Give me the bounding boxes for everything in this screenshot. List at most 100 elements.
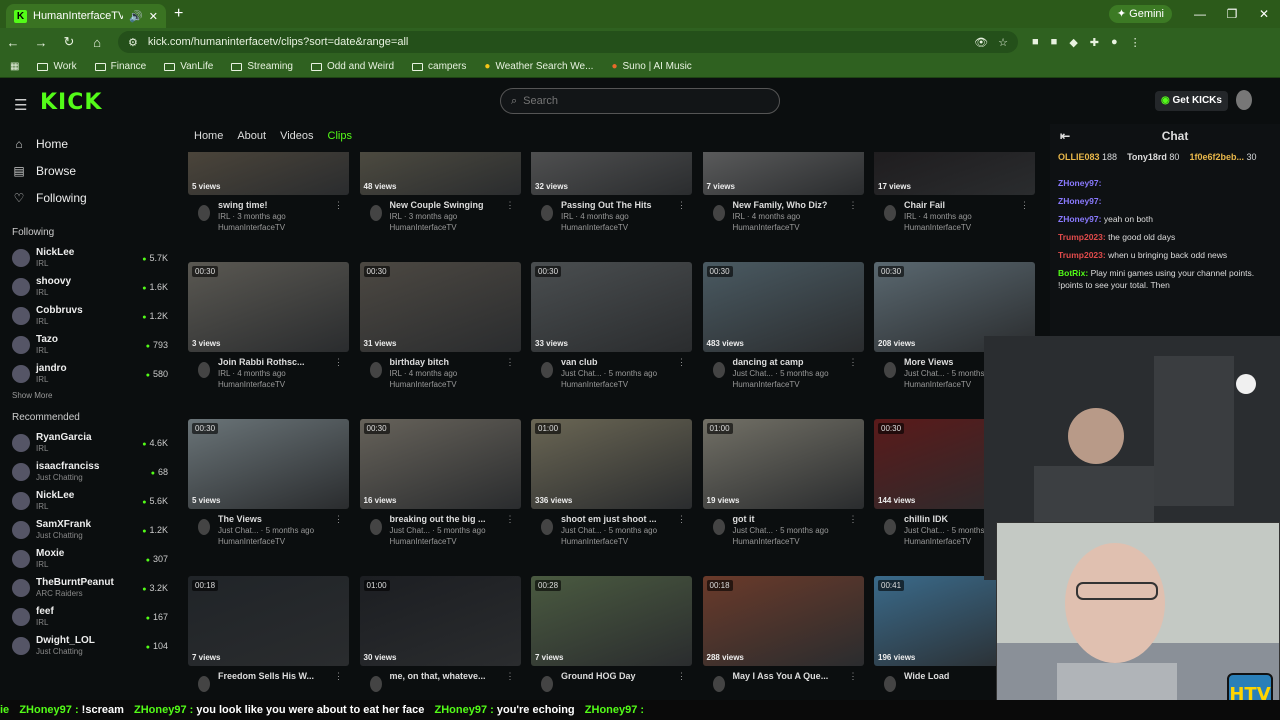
- clip-channel[interactable]: HumanInterfaceTV: [196, 537, 346, 546]
- bookmark-work[interactable]: Work: [37, 61, 77, 72]
- clip-title[interactable]: Chair Fail: [882, 200, 1032, 210]
- clip-channel[interactable]: HumanInterfaceTV: [196, 380, 346, 389]
- puzzle-icon[interactable]: ✚: [1090, 36, 1099, 49]
- clip-thumbnail[interactable]: 7 views: [702, 152, 864, 195]
- clip-thumbnail[interactable]: 5 views: [188, 152, 349, 195]
- minimize-button[interactable]: —: [1184, 0, 1216, 28]
- clip-card[interactable]: 17 views Chair Fail IRL · 4 months ago Huma…: [874, 152, 1035, 245]
- recommended-channel[interactable]: SamXFrankJust Chatting 1.2K: [0, 515, 180, 544]
- bookmark-vanlife[interactable]: VanLife: [164, 61, 213, 72]
- bookmark-finance[interactable]: Finance: [94, 61, 146, 72]
- clip-card[interactable]: 01:00 336 views shoot em just shoot ... Jus…: [531, 419, 692, 559]
- tab-about[interactable]: About: [237, 130, 266, 142]
- chat-username[interactable]: ZHoney97:: [1058, 178, 1101, 188]
- user-avatar[interactable]: [1236, 90, 1252, 110]
- clip-card[interactable]: 00:18 7 views Freedom Sells His W... ⋮: [188, 576, 349, 692]
- more-options-icon[interactable]: ⋮: [334, 514, 343, 525]
- bookmark-campers[interactable]: campers: [412, 61, 466, 72]
- clip-card[interactable]: 00:30 5 views The Views Just Chat... · 5 mo…: [188, 419, 349, 559]
- following-channel[interactable]: jandroIRL 580: [0, 359, 180, 388]
- clip-thumbnail[interactable]: 00:30 31 views: [359, 262, 521, 352]
- clip-card[interactable]: 00:28 7 views Ground HOG Day ⋮: [531, 576, 692, 692]
- more-options-icon[interactable]: ⋮: [677, 671, 686, 682]
- clip-card[interactable]: 01:00 19 views got it Just Chat... · 5 mont…: [702, 419, 864, 559]
- following-channel[interactable]: NickLeeIRL 5.7K: [0, 243, 180, 272]
- chat-username[interactable]: Trump2023:: [1058, 232, 1106, 242]
- more-options-icon[interactable]: ⋮: [677, 514, 686, 525]
- clip-card[interactable]: 01:00 30 views me, on that, whateve... ⋮: [359, 576, 521, 692]
- recommended-channel[interactable]: Dwight_LOLJust Chatting 104: [0, 631, 180, 660]
- hamburger-menu-icon[interactable]: ☰: [14, 96, 27, 114]
- nav-browse[interactable]: ▤ Browse: [0, 157, 180, 184]
- clip-title[interactable]: birthday bitch: [368, 357, 518, 367]
- clip-title[interactable]: swing time!: [196, 200, 346, 210]
- leader-1[interactable]: OLLIE083 188: [1058, 152, 1117, 162]
- tab-home[interactable]: Home: [194, 130, 223, 142]
- bookmark-streaming[interactable]: Streaming: [231, 61, 293, 72]
- clip-card[interactable]: 00:30 33 views van club Just Chat... · 5 mo…: [531, 262, 692, 402]
- close-window-button[interactable]: ✕: [1248, 0, 1280, 28]
- more-options-icon[interactable]: ⋮: [506, 357, 515, 368]
- more-options-icon[interactable]: ⋮: [334, 200, 343, 211]
- following-channel[interactable]: shoovyIRL 1.6K: [0, 272, 180, 301]
- clip-channel[interactable]: HumanInterfaceTV: [368, 537, 518, 546]
- get-kicks-button[interactable]: ◉ Get KICKs: [1155, 91, 1228, 111]
- kick-logo[interactable]: KICK: [40, 90, 102, 115]
- clip-title[interactable]: dancing at camp: [711, 357, 861, 367]
- close-tab-icon[interactable]: ✕: [149, 10, 158, 23]
- gemini-button[interactable]: ✦ Gemini: [1108, 5, 1172, 23]
- leader-2[interactable]: Tony18rd 80: [1127, 152, 1179, 162]
- browser-tab[interactable]: K HumanInterfaceTV Clips - V 🔊 ✕: [6, 4, 166, 28]
- clip-thumbnail[interactable]: 32 views: [531, 152, 692, 195]
- leader-3[interactable]: 1f0e6f2beb... 30: [1189, 152, 1256, 162]
- search-input[interactable]: [523, 95, 754, 107]
- bookmark-odd-weird[interactable]: Odd and Weird: [310, 61, 394, 72]
- clip-channel[interactable]: HumanInterfaceTV: [539, 380, 689, 389]
- bookmark-suno[interactable]: ● Suno | AI Music: [611, 61, 691, 72]
- clip-channel[interactable]: HumanInterfaceTV: [711, 223, 861, 232]
- clip-channel[interactable]: HumanInterfaceTV: [539, 223, 689, 232]
- recommended-channel[interactable]: MoxieIRL 307: [0, 544, 180, 573]
- clip-title[interactable]: Freedom Sells His W...: [196, 671, 346, 681]
- clip-thumbnail[interactable]: 00:30 33 views: [531, 262, 692, 352]
- audio-icon[interactable]: 🔊: [129, 10, 143, 23]
- more-options-icon[interactable]: ⋮: [506, 671, 515, 682]
- clip-title[interactable]: me, on that, whateve...: [368, 671, 518, 681]
- clip-thumbnail[interactable]: 01:00 336 views: [531, 419, 692, 509]
- clip-title[interactable]: Join Rabbi Rothsc...: [196, 357, 346, 367]
- clip-card[interactable]: 7 views New Family, Who Diz? IRL · 4 month…: [702, 152, 864, 245]
- recommended-channel[interactable]: isaacfrancissJust Chatting 68: [0, 457, 180, 486]
- chat-username[interactable]: ZHoney97:: [1058, 196, 1101, 206]
- clip-channel[interactable]: HumanInterfaceTV: [196, 223, 346, 232]
- clip-channel[interactable]: HumanInterfaceTV: [368, 223, 518, 232]
- clip-title[interactable]: van club: [539, 357, 689, 367]
- clip-card[interactable]: 32 views Passing Out The Hits IRL · 4 mont…: [531, 152, 692, 245]
- show-more-link[interactable]: Show More: [0, 388, 180, 404]
- more-options-icon[interactable]: ⋮: [677, 200, 686, 211]
- site-info-icon[interactable]: ⚙: [128, 36, 138, 49]
- clip-title[interactable]: New Couple Swinging: [368, 200, 518, 210]
- more-options-icon[interactable]: ⋮: [334, 357, 343, 368]
- clip-thumbnail[interactable]: 01:00 19 views: [702, 419, 864, 509]
- clip-thumbnail[interactable]: 01:00 30 views: [359, 576, 521, 666]
- home-icon[interactable]: ⌂: [90, 35, 104, 50]
- extension-icon[interactable]: ■: [1032, 36, 1039, 49]
- recommended-channel[interactable]: RyanGarciaIRL 4.6K: [0, 428, 180, 457]
- search-box[interactable]: ⌕: [500, 88, 780, 114]
- clip-title[interactable]: Passing Out The Hits: [539, 200, 689, 210]
- clip-thumbnail[interactable]: 00:30 5 views: [188, 419, 349, 509]
- nav-home[interactable]: ⌂ Home: [0, 130, 180, 157]
- more-options-icon[interactable]: ⋮: [506, 514, 515, 525]
- clip-title[interactable]: The Views: [196, 514, 346, 524]
- extension-icon[interactable]: ■: [1051, 36, 1058, 49]
- forward-icon[interactable]: →: [34, 35, 48, 50]
- tab-clips[interactable]: Clips: [328, 130, 352, 142]
- clip-channel[interactable]: HumanInterfaceTV: [711, 380, 861, 389]
- clip-title[interactable]: shoot em just shoot ...: [539, 514, 689, 524]
- clip-card[interactable]: 00:30 16 views breaking out the big ... Jus…: [359, 419, 521, 559]
- clip-title[interactable]: breaking out the big ...: [368, 514, 518, 524]
- more-options-icon[interactable]: ⋮: [334, 671, 343, 682]
- clip-title[interactable]: New Family, Who Diz?: [711, 200, 861, 210]
- clip-title[interactable]: May I Ass You A Que...: [711, 671, 861, 681]
- clip-channel[interactable]: HumanInterfaceTV: [882, 223, 1032, 232]
